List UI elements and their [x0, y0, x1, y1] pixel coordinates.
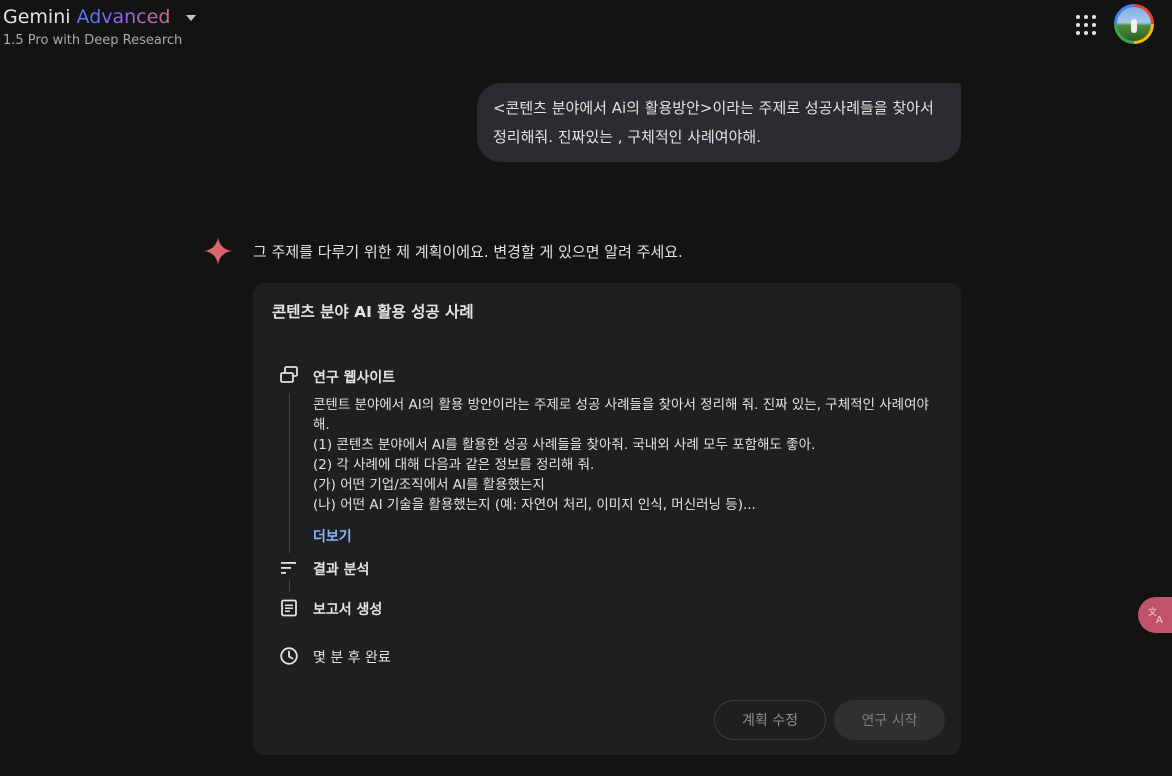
research-detail-line: (가) 어떤 기업/조직에서 AI를 활용했는지 [313, 477, 545, 493]
research-detail-line: (2) 각 사례에 대해 다음과 같은 정보를 정리해 줘. [313, 457, 595, 473]
gemini-spark-icon [204, 237, 232, 265]
start-research-button[interactable]: 연구 시작 [834, 700, 945, 740]
sort-lines-icon [281, 562, 296, 574]
timeline-line [289, 580, 290, 592]
research-detail-line: (나) 어떤 AI 기술을 활용했는지 (예: 자연어 처리, 이미지 인식, … [313, 497, 756, 513]
svg-text:A: A [1156, 615, 1163, 625]
step-label-research: 연구 웹사이트 [313, 370, 396, 386]
model-subtitle: 1.5 Pro with Deep Research [3, 33, 183, 48]
avatar[interactable] [1114, 4, 1154, 44]
chevron-down-icon[interactable] [186, 15, 197, 21]
translate-button[interactable]: 文 A [1138, 597, 1172, 633]
step-label-eta: 몇 분 후 완료 [313, 650, 391, 666]
gemini-app: Gemini Advanced 1.5 Pro with Deep Resear… [0, 0, 1172, 776]
avatar-photo [1117, 7, 1151, 41]
timeline-line [289, 393, 290, 553]
user-message-text: <콘텐츠 분야에서 Ai의 활용방안>이라는 주제로 성공사례들을 찾아서 정리… [493, 99, 934, 146]
step-label-analysis: 결과 분석 [313, 562, 370, 578]
plan-title: 콘텐츠 분야 AI 활용 성공 사례 [272, 303, 474, 321]
translate-icon: 文 A [1148, 606, 1163, 625]
step-label-report: 보고서 생성 [313, 602, 383, 618]
browser-window-icon [280, 366, 298, 383]
model-selector[interactable]: Gemini Advanced 1.5 Pro with Deep Resear… [3, 6, 197, 48]
apps-grid-icon[interactable] [1076, 15, 1096, 35]
research-detail-line: 해. [313, 417, 330, 433]
document-icon [281, 599, 297, 617]
edit-plan-button[interactable]: 계획 수정 [714, 700, 826, 740]
research-details: 콘텐트 분야에서 AI의 활용 방안이라는 주제로 성공 사례들을 찾아서 정리… [313, 395, 943, 515]
clock-icon [280, 647, 298, 665]
brand-name: Gemini [3, 6, 71, 28]
research-plan-card: 콘텐츠 분야 AI 활용 성공 사례 연구 웹사이트 콘텐트 분야에서 AI의 … [253, 283, 961, 755]
user-message-bubble: <콘텐츠 분야에서 Ai의 활용방안>이라는 주제로 성공사례들을 찾아서 정리… [477, 83, 961, 162]
research-detail-line: (1) 콘텐츠 분야에서 AI를 활용한 성공 사례들을 찾아줘. 국내외 사례… [313, 437, 816, 453]
response-intro: 그 주제를 다루기 위한 제 계획이에요. 변경할 게 있으면 알려 주세요. [253, 243, 683, 261]
research-detail-line: 콘텐트 분야에서 AI의 활용 방안이라는 주제로 성공 사례들을 찾아서 정리… [313, 397, 929, 413]
show-more-link[interactable]: 더보기 [313, 526, 352, 546]
brand-tier: Advanced [76, 6, 171, 28]
